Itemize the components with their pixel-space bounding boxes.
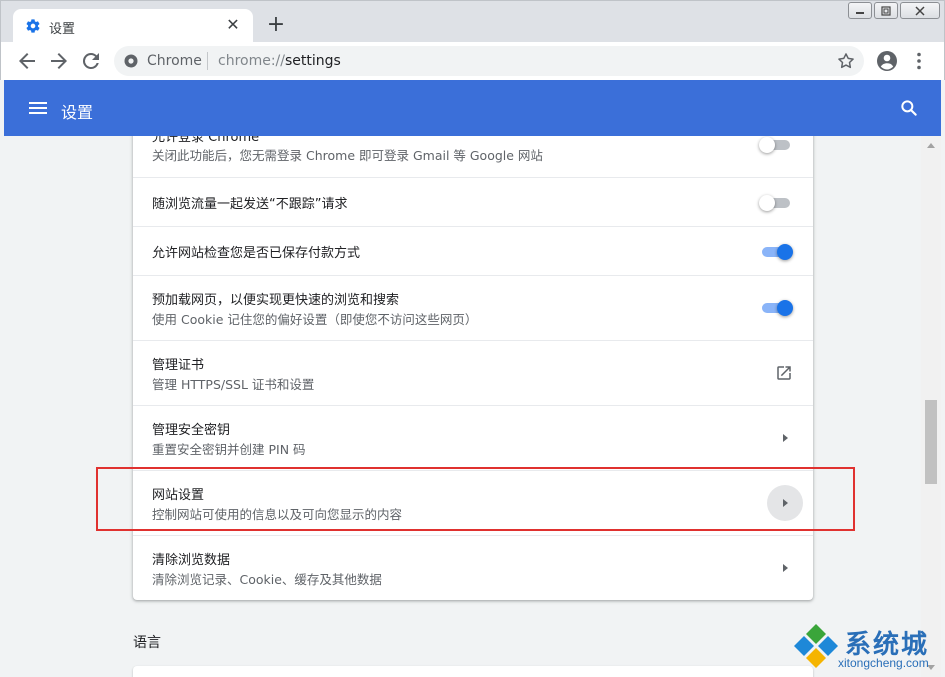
arrow-right-icon[interactable] — [779, 562, 791, 574]
forward-icon[interactable] — [47, 49, 71, 73]
setting-row-preload-pages: 预加载网页，以便实现更快速的浏览和搜索 使用 Cookie 记住您的偏好设置（即… — [133, 275, 813, 340]
site-name: Chrome — [147, 53, 202, 69]
toggle-knob — [759, 137, 775, 153]
scrollbar-thumb[interactable] — [925, 400, 937, 484]
minimize-icon — [856, 12, 864, 14]
settings-content: 允许登录 Chrome 关闭此功能后，您无需登录 Chrome 即可登录 Gma… — [4, 136, 921, 677]
reload-icon[interactable] — [79, 49, 103, 73]
close-window-button[interactable] — [900, 2, 940, 19]
tab-strip: 设置 ✕ + — [0, 0, 945, 43]
account-icon[interactable] — [875, 49, 899, 73]
language-settings-card — [133, 666, 813, 677]
new-tab-button[interactable]: + — [263, 13, 289, 39]
gear-icon — [26, 19, 40, 33]
setting-row-clear-browsing-data[interactable]: 清除浏览数据 清除浏览记录、Cookie、缓存及其他数据 — [133, 535, 813, 600]
highlight-box — [96, 467, 855, 531]
address-bar[interactable]: Chrome chrome://settings — [114, 46, 864, 76]
setting-row-do-not-track: 随浏览流量一起发送“不跟踪”请求 — [133, 177, 813, 226]
toggle-knob — [777, 300, 793, 316]
omnibox-divider — [207, 52, 208, 70]
setting-secondary-text: 关闭此功能后，您无需登录 Chrome 即可登录 Gmail 等 Google … — [152, 148, 543, 163]
preload-pages-toggle[interactable] — [759, 297, 793, 319]
url-path: settings — [285, 53, 341, 69]
setting-primary-text: 管理安全密钥 — [152, 423, 231, 438]
close-tab-icon[interactable]: ✕ — [223, 15, 243, 35]
watermark: 系统城 xitongcheng.com — [790, 622, 945, 677]
tab-settings[interactable]: 设置 ✕ — [13, 9, 253, 43]
watermark-url: xitongcheng.com — [838, 656, 929, 670]
allow-chrome-signin-toggle[interactable] — [759, 136, 793, 156]
search-icon[interactable] — [899, 98, 919, 118]
browser-toolbar: Chrome chrome://settings — [0, 42, 945, 80]
restore-button[interactable] — [874, 2, 898, 19]
url-text: chrome://settings — [218, 53, 341, 69]
bookmark-star-icon[interactable] — [836, 51, 856, 71]
page-title: 设置 — [61, 103, 94, 122]
settings-header: 设置 — [4, 80, 941, 136]
setting-secondary-text: 管理 HTTPS/SSL 证书和设置 — [152, 377, 315, 392]
close-icon — [915, 6, 925, 16]
setting-secondary-text: 重置安全密钥并创建 PIN 码 — [152, 442, 306, 457]
tab-title: 设置 — [49, 22, 76, 37]
setting-secondary-text: 清除浏览记录、Cookie、缓存及其他数据 — [152, 572, 382, 587]
page-scrollbar[interactable] — [921, 136, 941, 677]
setting-row-payment-methods: 允许网站检查您是否已保存付款方式 — [133, 226, 813, 275]
setting-primary-text: 允许登录 Chrome — [152, 136, 260, 145]
setting-row-allow-chrome-signin: 允许登录 Chrome 关闭此功能后，您无需登录 Chrome 即可登录 Gma… — [133, 136, 813, 177]
hamburger-menu-icon[interactable] — [26, 96, 50, 120]
payment-methods-toggle[interactable] — [759, 241, 793, 263]
toggle-knob — [759, 195, 775, 211]
do-not-track-toggle[interactable] — [759, 192, 793, 214]
back-icon[interactable] — [15, 49, 39, 73]
chrome-site-icon — [124, 54, 138, 68]
setting-secondary-text: 使用 Cookie 记住您的偏好设置（即使您不访问这些网页） — [152, 312, 478, 327]
arrow-right-icon[interactable] — [779, 432, 791, 444]
url-scheme: chrome:// — [218, 53, 285, 69]
setting-primary-text: 清除浏览数据 — [152, 553, 231, 568]
setting-primary-text: 管理证书 — [152, 358, 205, 373]
window-controls — [848, 2, 940, 19]
setting-primary-text: 允许网站检查您是否已保存付款方式 — [152, 246, 361, 261]
toggle-knob — [777, 244, 793, 260]
setting-row-manage-security-keys[interactable]: 管理安全密钥 重置安全密钥并创建 PIN 码 — [133, 405, 813, 470]
more-menu-icon[interactable] — [907, 49, 931, 73]
section-heading-language: 语言 — [133, 635, 161, 651]
setting-primary-text: 预加载网页，以便实现更快速的浏览和搜索 — [152, 293, 400, 308]
restore-icon — [881, 6, 891, 16]
external-link-icon[interactable] — [775, 364, 793, 382]
minimize-button[interactable] — [848, 2, 872, 19]
scroll-up-arrow-icon[interactable] — [927, 142, 935, 148]
setting-row-manage-certificates[interactable]: 管理证书 管理 HTTPS/SSL 证书和设置 — [133, 340, 813, 405]
setting-primary-text: 随浏览流量一起发送“不跟踪”请求 — [152, 197, 348, 212]
xitongcheng-logo-icon — [794, 624, 838, 668]
